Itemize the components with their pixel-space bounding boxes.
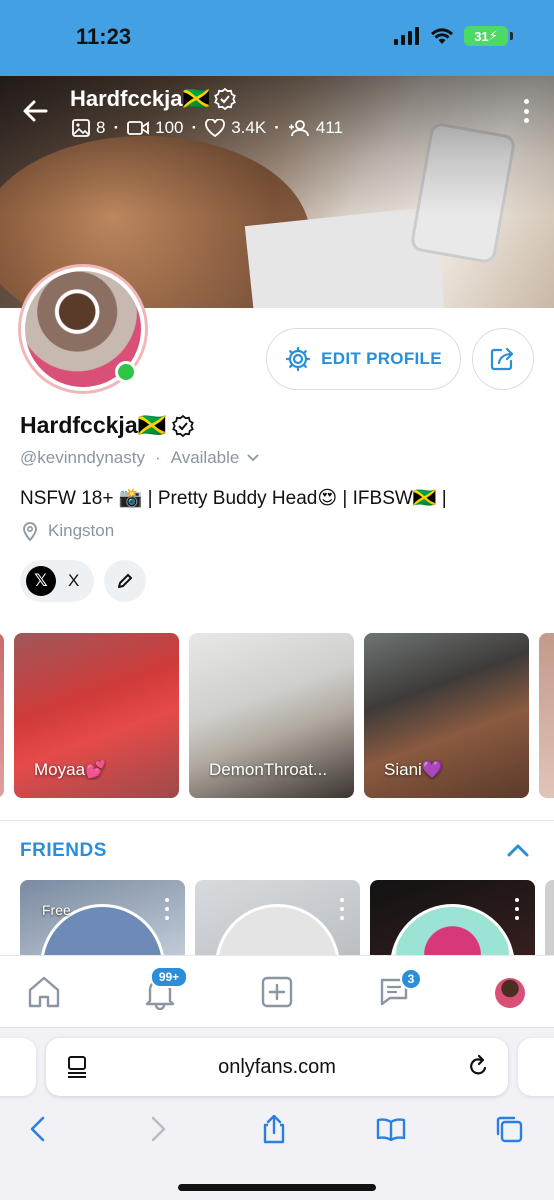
share-button[interactable] xyxy=(472,328,534,390)
likes-count: 3.4K xyxy=(231,118,267,137)
battery-icon: 31 ⚡ xyxy=(464,26,513,46)
story-label: Moyaa💕 xyxy=(34,760,107,779)
availability-dropdown[interactable]: Available xyxy=(171,448,260,468)
battery-level: 31 xyxy=(474,28,489,44)
more-options-icon[interactable] xyxy=(165,898,171,920)
url-text: onlyfans.com xyxy=(218,1055,336,1078)
status-bar: 11:23 31 ⚡ xyxy=(0,0,554,76)
page-menu-icon[interactable] xyxy=(66,1055,88,1079)
friend-avatar xyxy=(215,904,340,955)
more-options-icon[interactable] xyxy=(515,898,521,920)
social-link-x[interactable]: 𝕏 X xyxy=(20,560,94,602)
reload-icon[interactable] xyxy=(466,1054,490,1080)
profile-name: Hardfcckja🇯🇲 xyxy=(20,412,195,439)
profile-handle-row: @kevinndynasty · Available xyxy=(20,448,259,468)
verified-icon xyxy=(214,88,236,110)
profile-handle: @kevinndynasty xyxy=(20,448,145,467)
share-icon[interactable] xyxy=(259,1114,289,1144)
location-text: Kingston xyxy=(48,521,115,540)
forward-nav-icon[interactable] xyxy=(142,1114,172,1144)
separator-dot: · xyxy=(155,448,161,467)
heart-icon xyxy=(205,119,226,137)
chevron-up-icon[interactable] xyxy=(506,840,530,862)
friends-title: FRIENDS xyxy=(20,840,107,861)
profile-bio: NSFW 18+ 📸 | Pretty Buddy Head😍 | IFBSW🇯… xyxy=(20,488,447,509)
story-label: Siani💜 xyxy=(384,760,443,779)
stories-carousel[interactable]: Moyaa💕 DemonThroat... Siani💜 xyxy=(0,633,554,799)
bookmarks-icon[interactable] xyxy=(376,1114,406,1144)
video-icon xyxy=(127,121,150,135)
status-time: 11:23 xyxy=(76,24,132,49)
bottom-tab-bar: 99+ 3 xyxy=(0,955,554,1027)
story-label: DemonThroat... xyxy=(209,760,328,779)
back-arrow-icon[interactable] xyxy=(20,96,50,126)
previous-tab-preview[interactable] xyxy=(0,1038,36,1096)
address-bar[interactable]: onlyfans.com xyxy=(46,1038,508,1096)
x-logo-icon: 𝕏 xyxy=(26,566,56,596)
friend-card[interactable] xyxy=(370,880,535,955)
section-divider xyxy=(0,820,554,821)
pencil-icon xyxy=(118,574,132,588)
story-card[interactable] xyxy=(0,633,4,798)
stat-likes: 3.4K xyxy=(205,118,266,138)
edit-profile-label: EDIT PROFILE xyxy=(321,349,442,368)
notifications-badge: 99+ xyxy=(150,966,188,988)
fans-count: 411 xyxy=(315,118,343,137)
images-count: 8 xyxy=(96,118,106,137)
friend-avatar xyxy=(390,904,515,955)
tabs-icon[interactable] xyxy=(494,1114,524,1144)
cover-stats: 8 · 100 · 3.4K · 411 xyxy=(72,118,343,138)
story-card[interactable]: Siani💜 xyxy=(364,633,529,798)
story-card[interactable] xyxy=(539,633,554,798)
stat-videos: 100 xyxy=(127,118,184,138)
gear-icon xyxy=(286,346,311,372)
friend-card[interactable]: Free xyxy=(20,880,185,955)
fans-icon xyxy=(288,120,309,137)
free-tag: Free xyxy=(42,902,71,918)
edit-profile-button[interactable]: EDIT PROFILE xyxy=(266,328,461,390)
cover-creator-name: Hardfcckja🇯🇲 xyxy=(70,86,210,111)
add-post-icon[interactable] xyxy=(259,974,295,1010)
messages-badge: 3 xyxy=(400,968,422,990)
friend-card[interactable] xyxy=(545,880,554,955)
friend-card[interactable] xyxy=(195,880,360,955)
status-icons: 31 ⚡ xyxy=(394,26,513,46)
more-options-icon[interactable] xyxy=(340,898,346,920)
home-indicator xyxy=(178,1184,376,1191)
signal-icon xyxy=(394,27,419,45)
browser-toolbar: onlyfans.com xyxy=(0,1027,554,1200)
availability-label: Available xyxy=(170,448,240,467)
social-x-label: X xyxy=(68,571,80,590)
story-card[interactable]: Moyaa💕 xyxy=(14,633,179,798)
stat-images: 8 xyxy=(72,118,105,138)
videos-count: 100 xyxy=(155,118,184,137)
profile-name-text: Hardfcckja🇯🇲 xyxy=(20,412,167,438)
stat-fans: 411 xyxy=(288,118,343,138)
story-card[interactable]: DemonThroat... xyxy=(189,633,354,798)
edit-links-button[interactable] xyxy=(104,560,146,602)
profile-page: 11:23 31 ⚡ Hardfcckja🇯🇲 8 · 100 · 3.4K ·… xyxy=(0,0,554,1200)
location-pin-icon xyxy=(23,522,37,541)
online-indicator xyxy=(115,361,137,383)
more-options-icon[interactable] xyxy=(516,96,536,126)
wifi-icon xyxy=(431,28,453,44)
chevron-down-icon xyxy=(247,454,259,462)
profile-location: Kingston xyxy=(22,521,114,541)
next-tab-preview[interactable] xyxy=(518,1038,554,1096)
verified-icon xyxy=(172,414,195,437)
back-nav-icon[interactable] xyxy=(24,1114,54,1144)
share-icon xyxy=(490,347,514,371)
image-icon xyxy=(72,119,90,137)
cover-header: Hardfcckja🇯🇲 xyxy=(70,86,236,112)
home-icon[interactable] xyxy=(26,974,62,1010)
profile-tab-avatar[interactable] xyxy=(495,978,525,1008)
friends-carousel[interactable]: Free xyxy=(0,880,554,955)
